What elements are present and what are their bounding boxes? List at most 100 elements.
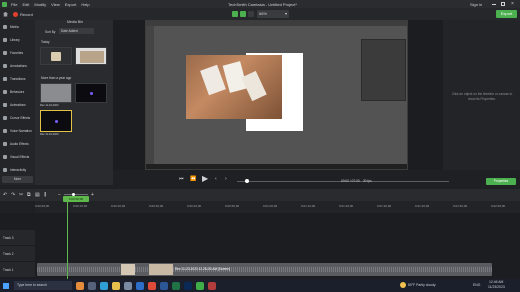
minimize-icon[interactable] <box>492 4 496 5</box>
photoshop-icon[interactable] <box>184 281 192 290</box>
nav-label: Library <box>10 37 20 42</box>
nav-audio-effects[interactable]: Audio Effects <box>0 137 35 150</box>
pan-tool-button[interactable] <box>240 11 246 17</box>
store-icon[interactable] <box>124 281 132 290</box>
zoom-out-icon[interactable]: − <box>58 192 61 198</box>
more-button[interactable]: More <box>2 176 33 183</box>
track-header-2[interactable]: Track 2 <box>0 246 35 262</box>
nav-interactivity[interactable]: Interactivity <box>0 163 35 176</box>
taskbar-search[interactable]: Type here to search <box>14 281 72 290</box>
home-icon[interactable] <box>3 11 8 17</box>
zoom-in-icon[interactable]: + <box>91 192 94 198</box>
animation-icon <box>3 102 7 107</box>
nav-visual-effects[interactable]: Visual Effects <box>0 150 35 163</box>
windows-start-icon[interactable] <box>3 282 9 289</box>
playhead-line[interactable] <box>67 201 68 279</box>
media-thumb-4[interactable] <box>75 83 107 103</box>
signin-link[interactable]: Sign in <box>470 2 482 7</box>
timeline-clip[interactable]: Rec 11-23-2023 12-28-29-AM [Screen] <box>37 263 492 276</box>
nav-annotations[interactable]: Annotations <box>0 59 35 72</box>
prev-frame-icon[interactable]: ‹ <box>215 176 217 182</box>
export-label: Export <box>500 11 513 16</box>
scrubber-handle[interactable] <box>245 179 249 183</box>
ruler-tick-label: 0:01:30;00 <box>377 204 392 208</box>
preview-menubar <box>146 21 407 26</box>
app-icon[interactable] <box>208 281 216 290</box>
visual-icon <box>3 154 7 159</box>
nav-library[interactable]: Library <box>0 33 35 46</box>
clip-thumb-2 <box>149 264 173 275</box>
nav-animations[interactable]: Animations <box>0 98 35 111</box>
split-icon[interactable]: ⫼ <box>44 192 46 198</box>
paste-icon[interactable]: ▤ <box>35 192 40 198</box>
preview-statusbar <box>146 164 407 169</box>
media-bin-title: Media Bin <box>67 20 83 24</box>
nav-media[interactable]: Media <box>0 20 35 33</box>
nav-label: Annotations <box>10 63 27 68</box>
record-button[interactable]: Record <box>13 11 33 17</box>
media-thumb-3[interactable] <box>40 83 72 103</box>
select-tool-button[interactable] <box>232 11 238 17</box>
nav-behaviors[interactable]: Behaviors <box>0 85 35 98</box>
track-header-1[interactable]: Track 1 <box>0 262 35 278</box>
clock-date[interactable]: 11/23/2023 <box>488 285 505 289</box>
preview-toolstrip <box>146 26 154 166</box>
folder-icon[interactable] <box>112 281 120 290</box>
playhead-time: 0:00:00;00 <box>68 197 84 201</box>
ruler-tick-label: 0:01:50;00 <box>453 204 468 208</box>
timeline-ruler[interactable]: 0:00:00;00 0:00:10;00 0:00:20;00 0:00:30;00… <box>35 201 520 213</box>
crop-tool-button[interactable] <box>248 11 254 17</box>
search-placeholder: Type here to search <box>17 283 47 287</box>
rewind-icon[interactable]: ⏪ <box>190 176 196 182</box>
fox-icon[interactable] <box>76 281 84 290</box>
clock-time[interactable]: 12:46 AM <box>489 280 503 284</box>
export-button[interactable]: Export <box>496 10 517 18</box>
zoom-select[interactable]: 66% ▾ <box>257 10 289 18</box>
camtasia-icon[interactable] <box>196 281 204 290</box>
word-icon[interactable] <box>160 281 168 290</box>
group-today-label: Today <box>41 40 50 44</box>
ruler-tick-label: 0:02:00;00 <box>491 204 506 208</box>
menu-help[interactable]: Help <box>81 2 89 7</box>
taskview-icon[interactable] <box>88 281 96 290</box>
maximize-icon[interactable] <box>501 2 505 6</box>
next-frame-icon[interactable]: › <box>225 176 227 182</box>
mail-icon[interactable] <box>136 281 144 290</box>
cut-icon[interactable]: ✂ <box>19 192 23 198</box>
clip-thumb-1 <box>121 264 135 275</box>
nav-voice-narration[interactable]: Voice Narration <box>0 124 35 137</box>
ruler-tick-label: 0:00:20;00 <box>111 204 126 208</box>
library-icon <box>3 37 7 42</box>
nav-cursor-effects[interactable]: Cursor Effects <box>0 111 35 124</box>
properties-button[interactable]: Properties <box>486 178 516 185</box>
undo-icon[interactable]: ↶ <box>3 192 7 198</box>
media-thumb-5[interactable] <box>40 110 72 132</box>
media-thumb-2[interactable] <box>75 47 107 65</box>
track-header-3[interactable]: Track 3 <box>0 230 35 246</box>
redo-icon[interactable]: ↷ <box>11 192 15 198</box>
menu-export[interactable]: Export <box>65 2 77 7</box>
excel-icon[interactable] <box>172 281 180 290</box>
menu-edit[interactable]: Edit <box>22 2 29 7</box>
weather-text[interactable]: 80°F Partly cloudy <box>408 283 436 287</box>
interactivity-icon <box>3 167 7 172</box>
menu-file[interactable]: File <box>11 2 17 7</box>
timeline-zoom-slider[interactable] <box>64 193 88 196</box>
canvas-preview[interactable] <box>145 20 408 170</box>
play-icon[interactable]: ▶ <box>202 174 208 183</box>
close-icon[interactable]: × <box>511 1 514 7</box>
lang-indicator[interactable]: ENG <box>473 283 480 287</box>
main-toolbar: Record 66% ▾ Export <box>0 8 520 20</box>
nav-label: Cursor Effects <box>10 115 31 120</box>
nav-favorites[interactable]: Favorites <box>0 46 35 59</box>
media-thumb-1[interactable] <box>40 47 72 65</box>
fps-readout: 30 fps <box>363 179 372 183</box>
edge-icon[interactable] <box>100 281 108 290</box>
nav-transitions[interactable]: Transitions <box>0 72 35 85</box>
menu-modify[interactable]: Modify <box>34 2 46 7</box>
step-back-icon[interactable]: ⏮ <box>179 176 184 182</box>
chrome-icon[interactable] <box>148 281 156 290</box>
menu-view[interactable]: View <box>51 2 60 7</box>
copy-icon[interactable]: ⧉ <box>27 192 31 198</box>
sort-select[interactable]: Date Added <box>59 28 94 34</box>
